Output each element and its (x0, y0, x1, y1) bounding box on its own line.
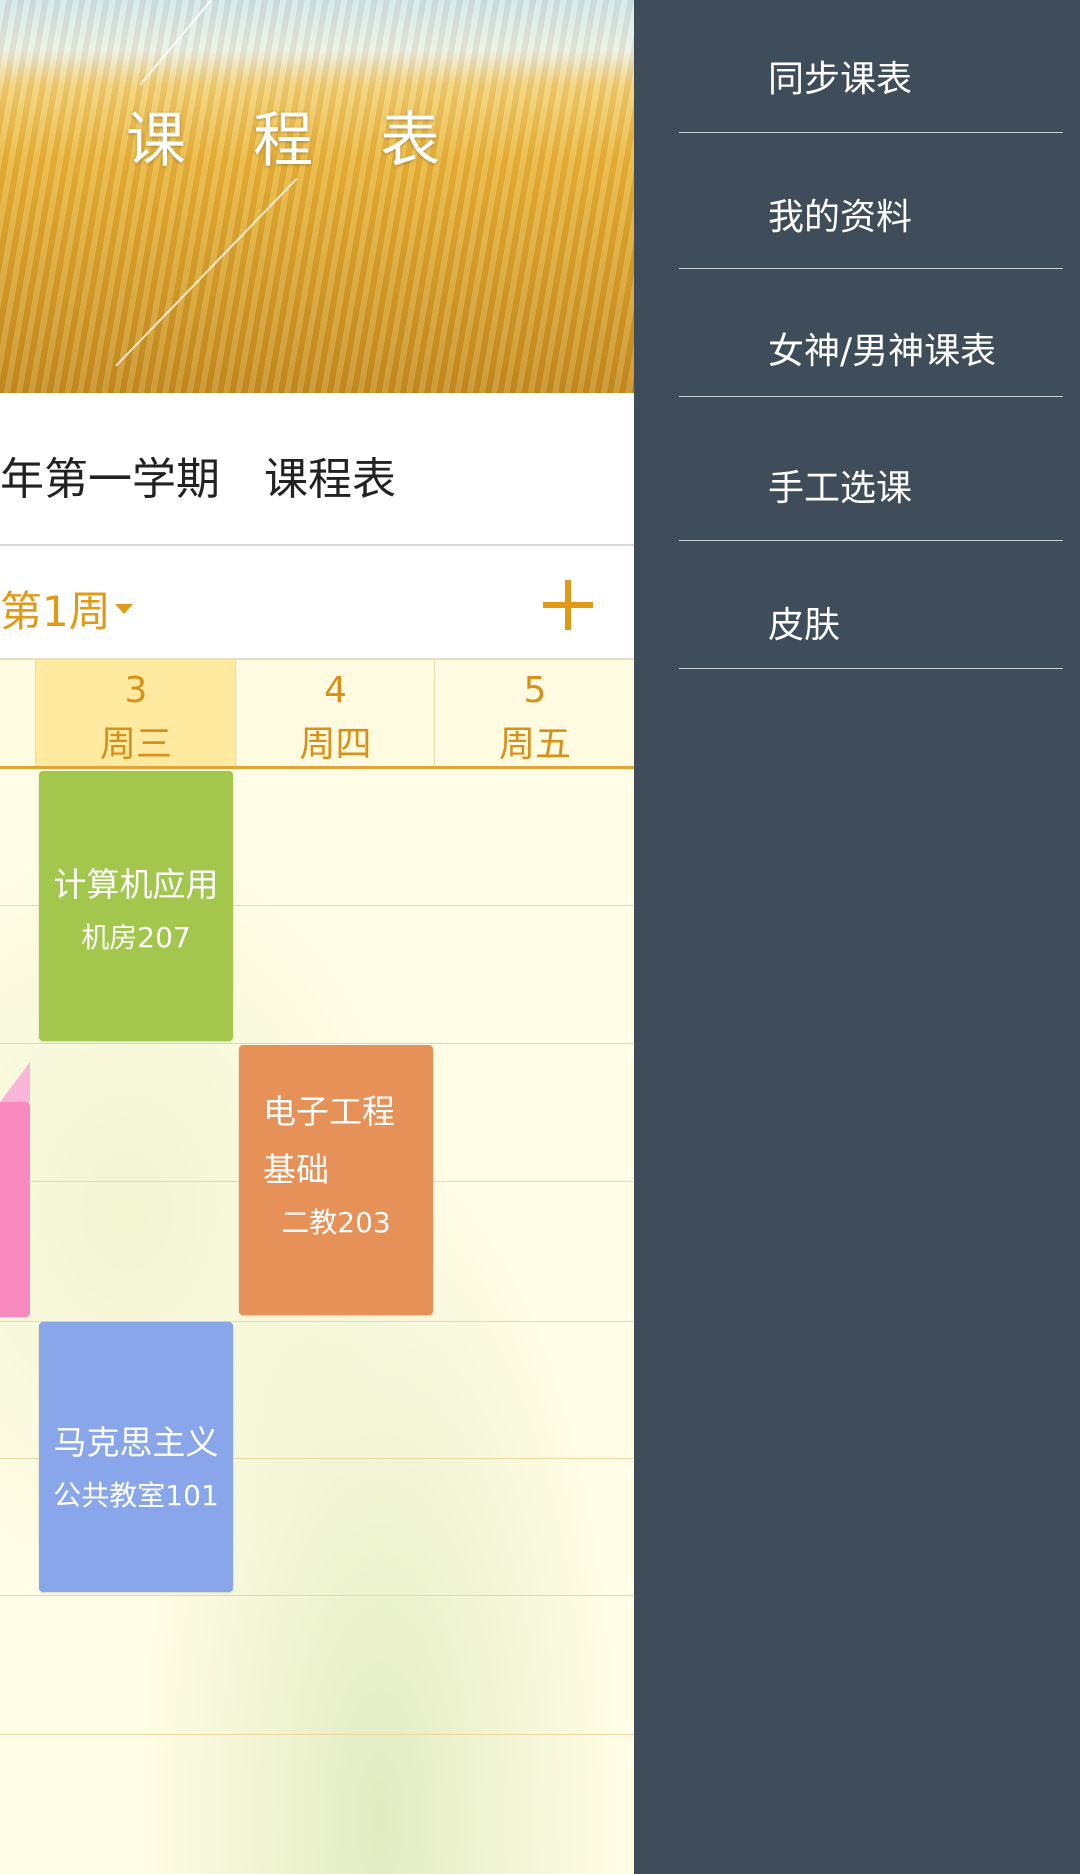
day-number: 4 (324, 670, 347, 711)
drawer-item-label: 皮肤 (768, 605, 841, 646)
grid-line (0, 1734, 634, 1735)
course-block-partial[interactable] (0, 1062, 30, 1317)
drawer-item-manual-course-selection[interactable]: 手工选课 (679, 397, 1063, 541)
course-room: 机房207 (81, 921, 191, 954)
banner-title: 课 程 表 (126, 106, 465, 176)
banner-image: 课 程 表 (0, 0, 634, 393)
course-block[interactable]: 马克思主义 公共教室101 (39, 1322, 233, 1592)
side-drawer-menu: 同步课表 我的资料 女神/男神课表 手工选课 皮肤 (634, 0, 1080, 1874)
course-room: 公共教室101 (53, 1479, 219, 1512)
term-title: 年第一学期 课程表 (0, 454, 396, 505)
drawer-item-my-profile[interactable]: 我的资料 (679, 133, 1063, 269)
day-column-wed: 3 周三 (35, 660, 236, 766)
week-selector[interactable]: 第1周 (0, 578, 111, 639)
drawer-item-label: 手工选课 (768, 468, 913, 509)
day-column-thu: 4 周四 (235, 660, 435, 766)
drawer-item-sync-schedule[interactable]: 同步课表 (679, 0, 1063, 133)
drawer-item-label: 我的资料 (768, 197, 913, 238)
add-course-plus-icon[interactable] (543, 580, 593, 630)
course-name: 马克思主义 (53, 1423, 219, 1462)
day-header-row: 3 周三 4 周四 5 周五 (0, 660, 634, 769)
schedule-panel: 课 程 表 年第一学期 课程表 第1周 3 周三 4 周四 5 周五 计算机应用… (0, 0, 634, 1874)
drawer-item-label: 同步课表 (768, 59, 913, 100)
course-block[interactable]: 计算机应用 机房207 (39, 771, 233, 1041)
caret-down-icon[interactable] (115, 604, 133, 614)
day-number: 3 (124, 670, 148, 711)
week-selector-bar: 第1周 (0, 546, 634, 660)
course-name-line2: 基础 (263, 1150, 329, 1189)
day-column-partial (0, 660, 35, 766)
course-block[interactable]: 电子工程 基础 二教203 (239, 1045, 433, 1315)
course-room: 二教203 (281, 1206, 391, 1239)
grid-line (0, 1043, 634, 1044)
day-name: 周五 (498, 724, 571, 765)
term-header: 年第一学期 课程表 (0, 393, 634, 546)
drawer-item-label: 女神/男神课表 (768, 331, 997, 372)
day-number: 5 (523, 670, 547, 711)
wheat-field-texture (0, 0, 634, 393)
grid-line (0, 1595, 634, 1596)
day-column-fri: 5 周五 (434, 660, 634, 766)
course-name: 计算机应用 (53, 865, 219, 904)
drawer-item-crush-schedule[interactable]: 女神/男神课表 (679, 269, 1063, 397)
drawer-item-skin[interactable]: 皮肤 (679, 541, 1063, 669)
day-name: 周三 (99, 724, 172, 765)
day-name: 周四 (299, 724, 372, 765)
course-name: 电子工程 (263, 1092, 395, 1131)
